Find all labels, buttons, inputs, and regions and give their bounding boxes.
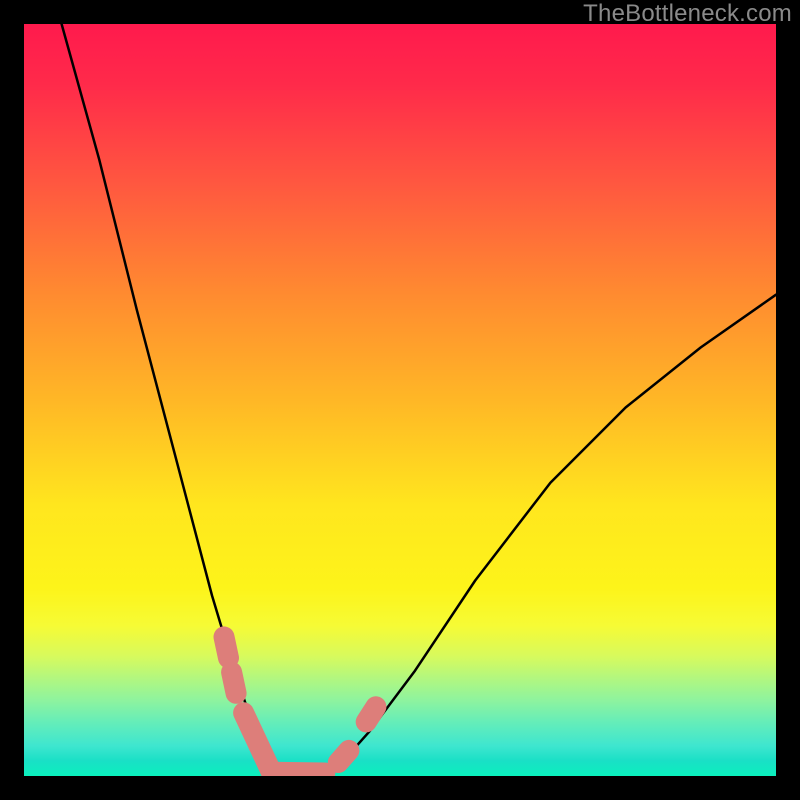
right-marker-lower [338,750,349,762]
bottleneck-curve [62,24,776,776]
left-marker-lower [232,672,237,693]
valley-floor [271,772,324,773]
right-marker-upper [366,707,376,722]
watermark-text: TheBottleneck.com [583,0,792,28]
highlight-segments [224,637,376,773]
bottleneck-chart [24,24,776,776]
left-marker-upper [224,637,229,658]
